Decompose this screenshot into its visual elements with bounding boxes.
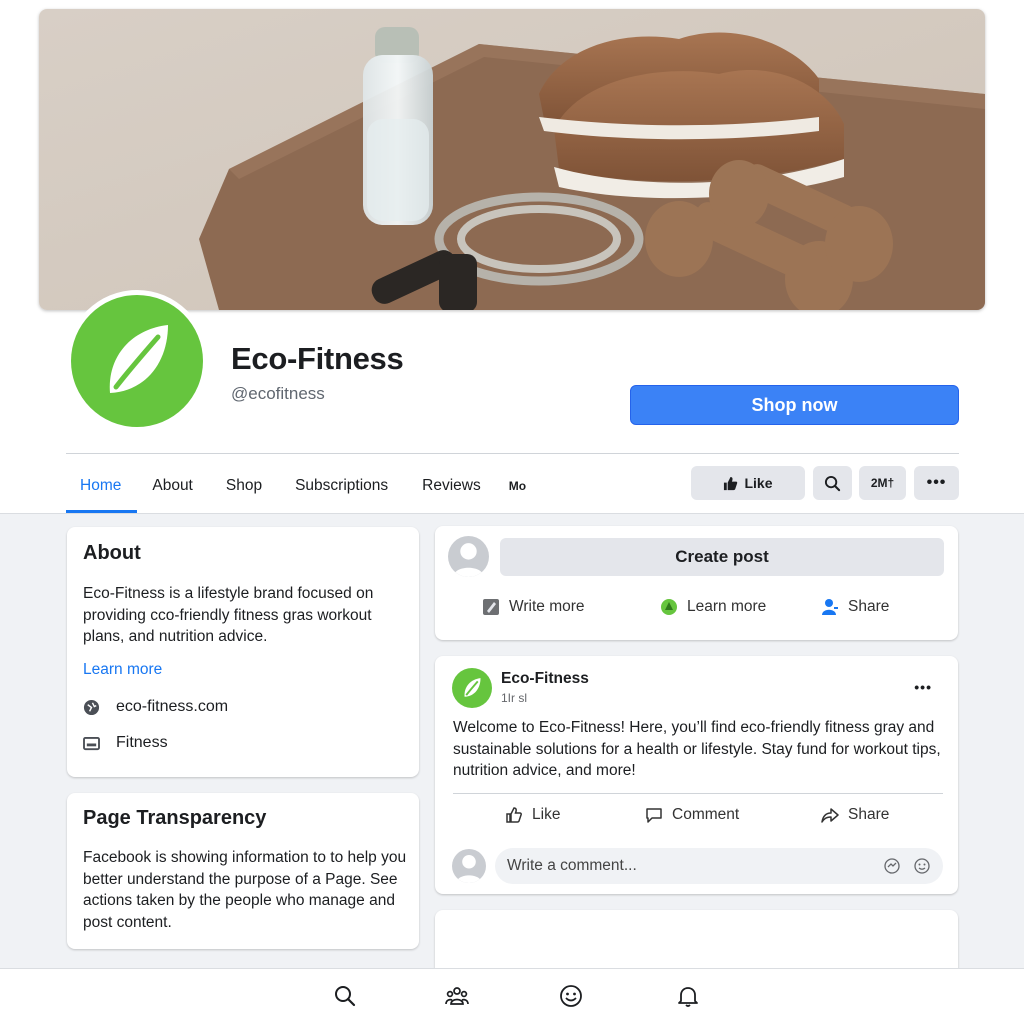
nav-emoji-button[interactable] xyxy=(558,983,584,1009)
search-page-button[interactable] xyxy=(813,466,852,500)
page-title: Eco-Fitness xyxy=(231,341,404,376)
tab-shop[interactable]: Shop xyxy=(210,458,279,513)
category-icon xyxy=(83,736,100,750)
create-post-card: Create post Write more Learn more Share xyxy=(435,526,958,640)
comment-icon xyxy=(646,808,662,823)
about-description: Eco-Fitness is a lifestyle brand focused… xyxy=(83,585,374,645)
person-silhouette-icon xyxy=(453,543,484,577)
about-card: About Eco-Fitness is a lifestyle brand f… xyxy=(67,527,419,777)
tab-about[interactable]: About xyxy=(137,458,210,513)
tab-subscriptions[interactable]: Subscriptions xyxy=(279,458,405,513)
page-handle: @ecofitness xyxy=(231,384,325,403)
cover-illustration xyxy=(39,9,985,310)
person-icon xyxy=(822,599,838,615)
post-options-icon[interactable]: ••• xyxy=(914,679,932,695)
edit-icon xyxy=(483,599,499,615)
website-link[interactable]: eco-fitness.com xyxy=(116,698,228,716)
category-label: Fitness xyxy=(116,734,168,751)
emoji-icon xyxy=(560,985,582,1007)
learn-more-button[interactable]: Learn more xyxy=(660,598,766,616)
thumbs-up-icon xyxy=(724,476,738,490)
like-page-button[interactable]: Like xyxy=(691,466,805,500)
groups-icon xyxy=(445,987,469,1005)
thumbs-up-icon xyxy=(506,807,522,823)
leaf-icon xyxy=(464,678,481,697)
transparency-title: Page Transparency xyxy=(83,807,267,829)
ellipsis-icon: ••• xyxy=(926,474,947,491)
post-timestamp[interactable]: 1Іr sl xyxy=(501,691,527,705)
nav-search-button[interactable] xyxy=(332,983,358,1009)
search-icon xyxy=(824,475,841,491)
globe-icon xyxy=(83,699,100,715)
write-more-label: Write more xyxy=(509,598,585,615)
about-title: About xyxy=(83,542,141,564)
header-divider xyxy=(66,453,959,454)
like-page-label: Like xyxy=(744,475,773,491)
leaf-icon xyxy=(71,295,203,427)
create-post-button[interactable]: Create post xyxy=(500,538,944,576)
category-row: Fitness xyxy=(83,734,168,752)
commenter-avatar[interactable] xyxy=(452,849,486,883)
share-arrow-icon xyxy=(821,808,839,823)
post-body: Welcome to Eco-Fitness! Here, you’ll fin… xyxy=(453,719,941,779)
person-silhouette-icon xyxy=(456,854,482,883)
post-author-name[interactable]: Eco-Fitness xyxy=(501,670,589,688)
website-row[interactable]: eco-fitness.com xyxy=(83,698,228,716)
post-share-label: Share xyxy=(848,806,890,823)
more-options-button[interactable]: ••• xyxy=(914,466,959,500)
page-transparency-card: Page Transparency Facebook is showing in… xyxy=(67,793,419,949)
emoji-icon[interactable] xyxy=(914,858,930,874)
followers-badge-button[interactable]: 2М† xyxy=(859,466,906,500)
post-author-avatar[interactable] xyxy=(452,668,492,708)
bottom-navigation xyxy=(0,968,1024,1024)
post-comment-button[interactable]: Comment xyxy=(645,806,739,824)
transparency-description: Facebook is showing information to to he… xyxy=(83,849,407,931)
nav-groups-button[interactable] xyxy=(444,983,470,1009)
post-share-button[interactable]: Share xyxy=(821,806,889,824)
tab-more[interactable]: Mo xyxy=(495,458,540,513)
tab-home[interactable]: Home xyxy=(66,458,138,513)
post-divider xyxy=(453,793,943,794)
post-like-button[interactable]: Like xyxy=(505,806,560,824)
user-avatar[interactable] xyxy=(448,536,489,577)
post-card: Eco-Fitness 1Іr sl ••• Welcome to Eco-Fi… xyxy=(435,656,958,894)
post-comment-label: Comment xyxy=(672,806,740,823)
comment-placeholder: Write a comment... xyxy=(507,857,637,874)
search-icon xyxy=(335,986,356,1007)
tab-reviews[interactable]: Reviews xyxy=(405,458,495,513)
learn-more-label: Learn more xyxy=(687,598,767,615)
write-more-button[interactable]: Write more xyxy=(482,598,585,616)
gif-sticker-icon[interactable] xyxy=(884,858,900,874)
share-label: Share xyxy=(848,598,890,615)
page-tabs: Home About Shop Subscriptions Reviews Mo xyxy=(66,458,540,513)
bell-icon xyxy=(678,987,698,1007)
post-like-label: Like xyxy=(532,806,561,823)
page-avatar[interactable] xyxy=(66,290,208,432)
share-button[interactable]: Share xyxy=(821,598,889,616)
leaf-icon xyxy=(661,599,677,615)
shop-now-button[interactable]: Shop now xyxy=(630,385,959,425)
nav-notifications-button[interactable] xyxy=(675,983,701,1009)
about-learn-more-link[interactable]: Learn more xyxy=(83,661,162,679)
cover-photo[interactable] xyxy=(39,9,985,310)
comment-input[interactable]: Write a comment... xyxy=(495,848,943,884)
